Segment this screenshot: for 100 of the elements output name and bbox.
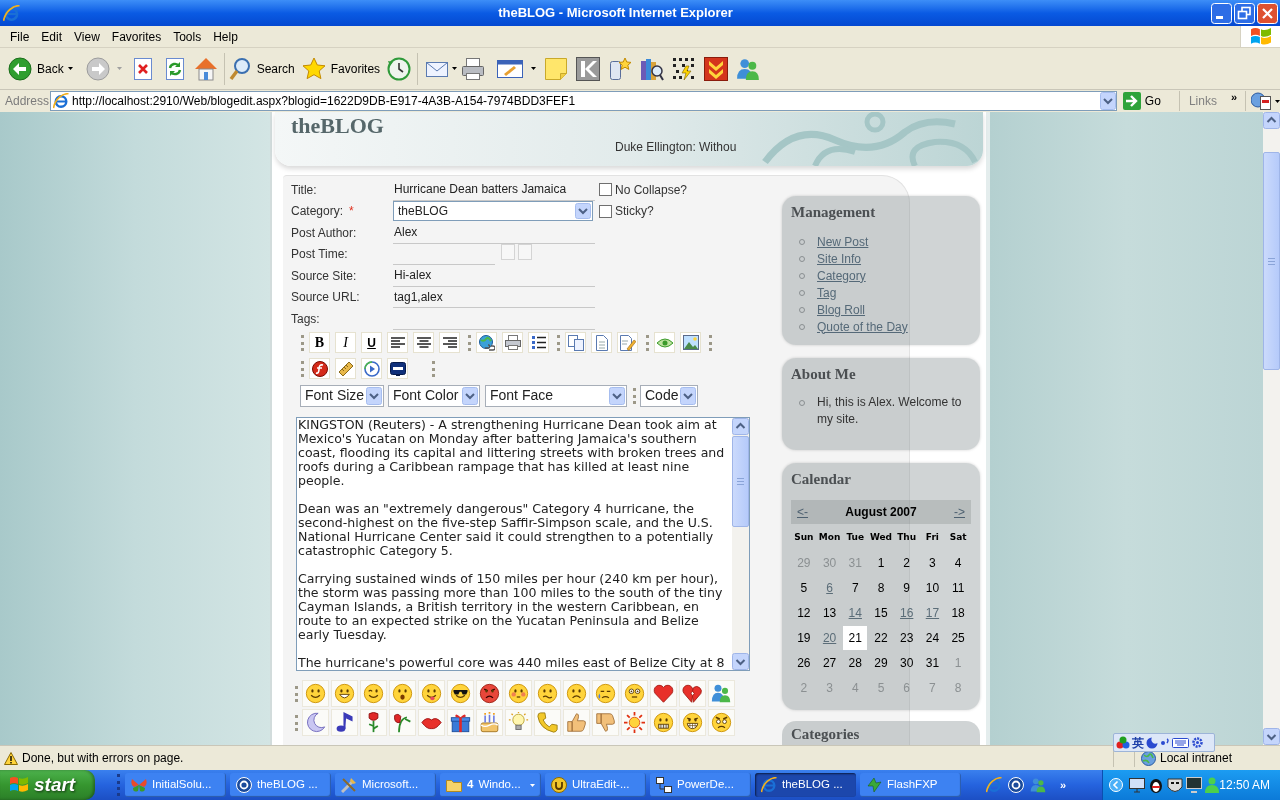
insert-object-button[interactable] bbox=[335, 358, 356, 379]
insert-link-button[interactable] bbox=[476, 332, 497, 353]
computer-icon[interactable] bbox=[1129, 777, 1145, 793]
dropdown-caret-icon[interactable] bbox=[1275, 99, 1280, 103]
mask-icon[interactable] bbox=[1167, 777, 1183, 793]
dot-matrix-icon[interactable] bbox=[672, 56, 697, 81]
toolbar-select[interactable]: Font Face bbox=[485, 384, 627, 407]
italic-button[interactable]: I bbox=[335, 332, 356, 353]
input-mode-label[interactable]: 英 bbox=[1132, 735, 1144, 750]
emoticon-button[interactable] bbox=[476, 680, 503, 707]
scroll-down-icon[interactable] bbox=[1263, 728, 1280, 745]
taskbar-button[interactable]: PowerDe... bbox=[650, 773, 751, 797]
menu-item[interactable]: View bbox=[68, 27, 106, 46]
site-title[interactable]: theBLOG bbox=[291, 114, 737, 138]
post-body-editor[interactable] bbox=[296, 417, 750, 671]
next-month-link[interactable]: -> bbox=[953, 503, 965, 521]
history-clock-icon[interactable] bbox=[387, 56, 412, 81]
menu-item[interactable]: File bbox=[4, 27, 36, 46]
gear-icon[interactable] bbox=[1191, 736, 1204, 749]
sidebar-link[interactable]: Site Info bbox=[817, 249, 862, 268]
keyboard-icon[interactable] bbox=[1172, 737, 1189, 748]
taskbar-button[interactable]: Microsoft... bbox=[335, 773, 436, 797]
sidebar-link[interactable]: New Post bbox=[817, 232, 869, 251]
emoticon-button[interactable] bbox=[708, 709, 735, 736]
scroll-up-icon[interactable] bbox=[732, 418, 749, 435]
taskbar-button[interactable]: FlashFXP bbox=[860, 773, 961, 797]
align-left-button[interactable] bbox=[387, 332, 408, 353]
favorites-button[interactable]: Favorites bbox=[301, 53, 381, 84]
bold-button[interactable]: B bbox=[309, 332, 330, 353]
address-field[interactable]: http://localhost:2910/Web/blogedit.aspx?blogid=1622D9DB-E917-4A3B-A154-7974BDD3FEF1 bbox=[50, 91, 1117, 111]
taskbar-button[interactable]: theBLOG ... bbox=[755, 773, 856, 797]
input-field[interactable]: Hurricane Dean batters Jamaica bbox=[393, 179, 595, 201]
sidebar-link[interactable]: Tag bbox=[817, 283, 837, 302]
start-button[interactable]: start bbox=[0, 770, 95, 800]
dropdown-caret-icon[interactable] bbox=[67, 67, 73, 70]
input-field[interactable]: Hi-alex bbox=[393, 265, 595, 287]
penguin-icon[interactable] bbox=[1148, 777, 1164, 793]
bulleted-list-button[interactable] bbox=[528, 332, 549, 353]
input-field[interactable]: tag1,alex bbox=[393, 286, 595, 308]
vertical-scrollbar[interactable] bbox=[1263, 112, 1280, 745]
monitor-icon[interactable] bbox=[1186, 777, 1202, 793]
menu-item[interactable]: Edit bbox=[35, 27, 69, 46]
k-tile-icon[interactable] bbox=[576, 56, 601, 81]
vertical-scrollbar[interactable] bbox=[732, 418, 749, 670]
new-document-button[interactable] bbox=[591, 332, 612, 353]
clock[interactable]: 12:50 AM bbox=[1219, 776, 1270, 794]
back-button[interactable]: Back bbox=[8, 53, 64, 84]
insert-flash-button[interactable] bbox=[309, 358, 330, 379]
checkbox[interactable] bbox=[599, 183, 612, 197]
align-center-button[interactable] bbox=[413, 332, 434, 353]
taskbar-button[interactable]: UltraEdit-... bbox=[545, 773, 646, 797]
menu-item[interactable]: Help bbox=[207, 27, 244, 46]
insert-video-button[interactable] bbox=[387, 358, 408, 379]
sidebar-link[interactable]: Blog Roll bbox=[817, 300, 866, 319]
scrollbar-thumb[interactable] bbox=[1263, 152, 1280, 370]
insert-image-button[interactable] bbox=[680, 332, 701, 353]
taskbar-button[interactable]: 4 Windo... bbox=[440, 773, 541, 797]
toolbar-select[interactable]: Font Size bbox=[300, 384, 384, 407]
three-circles-icon[interactable] bbox=[1116, 736, 1130, 749]
browser-icon[interactable] bbox=[986, 777, 1002, 793]
menu-item[interactable]: Favorites bbox=[105, 27, 168, 46]
books-magnifier-icon[interactable] bbox=[640, 56, 665, 81]
more-quick-launch-button[interactable]: » bbox=[1060, 776, 1067, 794]
crescent-icon[interactable] bbox=[1146, 736, 1158, 749]
document-globe-icon[interactable] bbox=[1251, 92, 1271, 110]
home-icon[interactable] bbox=[193, 56, 218, 81]
taskbar-button[interactable]: InitialSolu... bbox=[125, 773, 226, 797]
scroll-up-icon[interactable] bbox=[1263, 112, 1280, 129]
go-button[interactable]: Go bbox=[1122, 92, 1161, 110]
underline-button[interactable]: U bbox=[361, 332, 382, 353]
search-button[interactable]: Search bbox=[228, 53, 295, 84]
emoticon-button[interactable] bbox=[360, 709, 387, 736]
toolbar-select[interactable]: Font Color bbox=[388, 384, 480, 407]
close-icon[interactable] bbox=[1257, 2, 1278, 24]
more-links-button[interactable]: » bbox=[1230, 92, 1237, 103]
restore-icon[interactable] bbox=[1234, 2, 1255, 24]
option-label[interactable]: No Collapse? bbox=[615, 180, 688, 199]
input-field[interactable]: Alex bbox=[393, 222, 595, 244]
emoticon-button[interactable] bbox=[389, 709, 416, 736]
emoticon-button[interactable] bbox=[447, 680, 474, 707]
calendar-day[interactable]: 17 bbox=[920, 600, 945, 625]
dropdown-caret-icon[interactable] bbox=[531, 67, 537, 70]
emoticon-button[interactable] bbox=[679, 680, 706, 707]
toolbar-select[interactable]: Code bbox=[640, 384, 698, 407]
phone-star-icon[interactable] bbox=[608, 56, 633, 81]
emoticon-button[interactable] bbox=[331, 709, 358, 736]
preview-button[interactable] bbox=[654, 332, 675, 353]
printer-icon[interactable] bbox=[461, 56, 486, 81]
emoticon-button[interactable] bbox=[679, 709, 706, 736]
align-right-button[interactable] bbox=[439, 332, 460, 353]
taskbar-button[interactable]: theBLOG ... bbox=[230, 773, 331, 797]
menu-item[interactable]: Tools bbox=[167, 27, 208, 46]
scrollbar-thumb[interactable] bbox=[732, 436, 749, 527]
edit-document-button[interactable] bbox=[617, 332, 638, 353]
minimize-icon[interactable] bbox=[1211, 2, 1232, 24]
emoticon-button[interactable] bbox=[447, 709, 474, 736]
sidebar-link[interactable]: Category bbox=[817, 266, 866, 285]
copy-button[interactable] bbox=[565, 332, 586, 353]
option-label[interactable]: Sticky? bbox=[615, 202, 654, 221]
scroll-down-icon[interactable] bbox=[732, 653, 749, 670]
